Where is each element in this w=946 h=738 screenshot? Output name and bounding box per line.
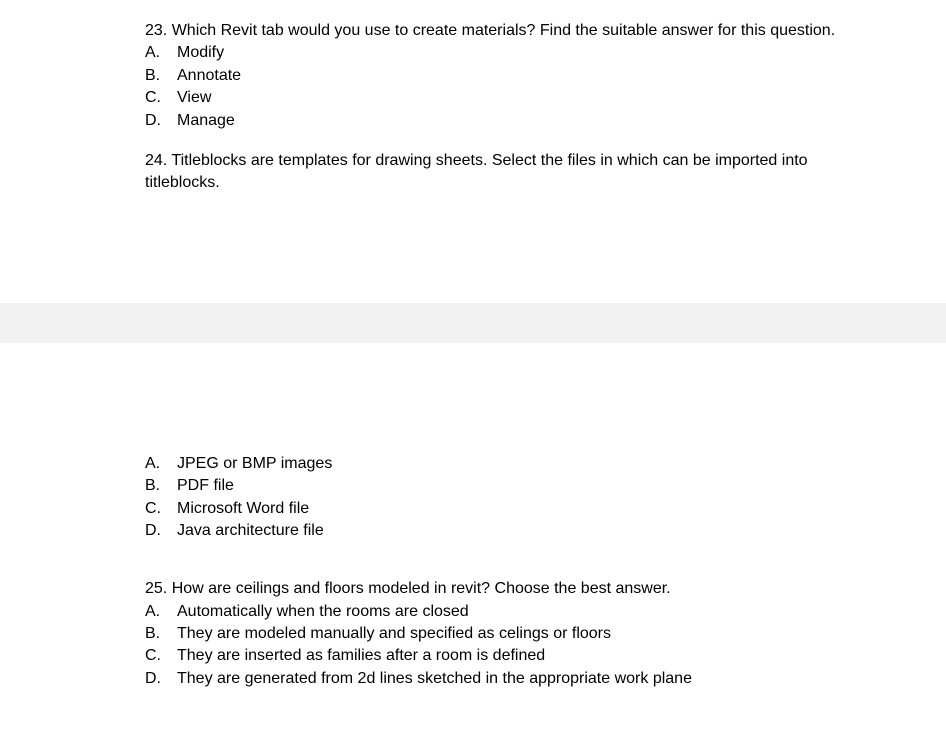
question-23: 23. Which Revit tab would you use to cre… bbox=[145, 20, 886, 132]
option-text: Java architecture file bbox=[177, 520, 886, 542]
option-letter: A. bbox=[145, 42, 177, 64]
page-bottom-section: A. JPEG or BMP images B. PDF file C. Mic… bbox=[0, 343, 946, 738]
page-top-section: 23. Which Revit tab would you use to cre… bbox=[0, 0, 946, 303]
q23-option-c: C. View bbox=[145, 87, 886, 109]
q24-option-b: B. PDF file bbox=[145, 475, 886, 497]
question-24: 24. Titleblocks are templates for drawin… bbox=[145, 150, 886, 195]
content-wrapper: A. JPEG or BMP images B. PDF file C. Mic… bbox=[0, 453, 946, 691]
option-letter: C. bbox=[145, 87, 177, 109]
option-letter: A. bbox=[145, 453, 177, 475]
option-text: PDF file bbox=[177, 475, 886, 497]
question-25: 25. How are ceilings and floors modeled … bbox=[145, 578, 886, 690]
option-letter: D. bbox=[145, 520, 177, 542]
option-letter: D. bbox=[145, 110, 177, 132]
option-letter: C. bbox=[145, 645, 177, 667]
option-letter: B. bbox=[145, 475, 177, 497]
q25-option-c: C. They are inserted as families after a… bbox=[145, 645, 886, 667]
option-text: Annotate bbox=[177, 65, 886, 87]
option-text: Manage bbox=[177, 110, 886, 132]
option-letter: A. bbox=[145, 601, 177, 623]
q24-option-d: D. Java architecture file bbox=[145, 520, 886, 542]
q23-option-d: D. Manage bbox=[145, 110, 886, 132]
q24-option-c: C. Microsoft Word file bbox=[145, 498, 886, 520]
q25-option-a: A. Automatically when the rooms are clos… bbox=[145, 601, 886, 623]
option-text: Automatically when the rooms are closed bbox=[177, 601, 886, 623]
q23-option-a: A. Modify bbox=[145, 42, 886, 64]
q24-option-a: A. JPEG or BMP images bbox=[145, 453, 886, 475]
option-text: Modify bbox=[177, 42, 886, 64]
option-text: Microsoft Word file bbox=[177, 498, 886, 520]
option-text: They are generated from 2d lines sketche… bbox=[177, 668, 886, 690]
question-24-text: 24. Titleblocks are templates for drawin… bbox=[145, 150, 886, 195]
option-letter: C. bbox=[145, 498, 177, 520]
option-letter: B. bbox=[145, 623, 177, 645]
q23-option-b: B. Annotate bbox=[145, 65, 886, 87]
question-24-options: A. JPEG or BMP images B. PDF file C. Mic… bbox=[145, 453, 886, 543]
spacer bbox=[145, 560, 886, 578]
option-letter: D. bbox=[145, 668, 177, 690]
option-text: They are modeled manually and specified … bbox=[177, 623, 886, 645]
content-wrapper: 23. Which Revit tab would you use to cre… bbox=[0, 20, 946, 195]
option-text: JPEG or BMP images bbox=[177, 453, 886, 475]
page-break-gap bbox=[0, 303, 946, 343]
q25-option-d: D. They are generated from 2d lines sket… bbox=[145, 668, 886, 690]
q25-option-b: B. They are modeled manually and specifi… bbox=[145, 623, 886, 645]
option-text: View bbox=[177, 87, 886, 109]
option-letter: B. bbox=[145, 65, 177, 87]
question-23-text: 23. Which Revit tab would you use to cre… bbox=[145, 20, 886, 42]
question-25-text: 25. How are ceilings and floors modeled … bbox=[145, 578, 886, 600]
option-text: They are inserted as families after a ro… bbox=[177, 645, 886, 667]
